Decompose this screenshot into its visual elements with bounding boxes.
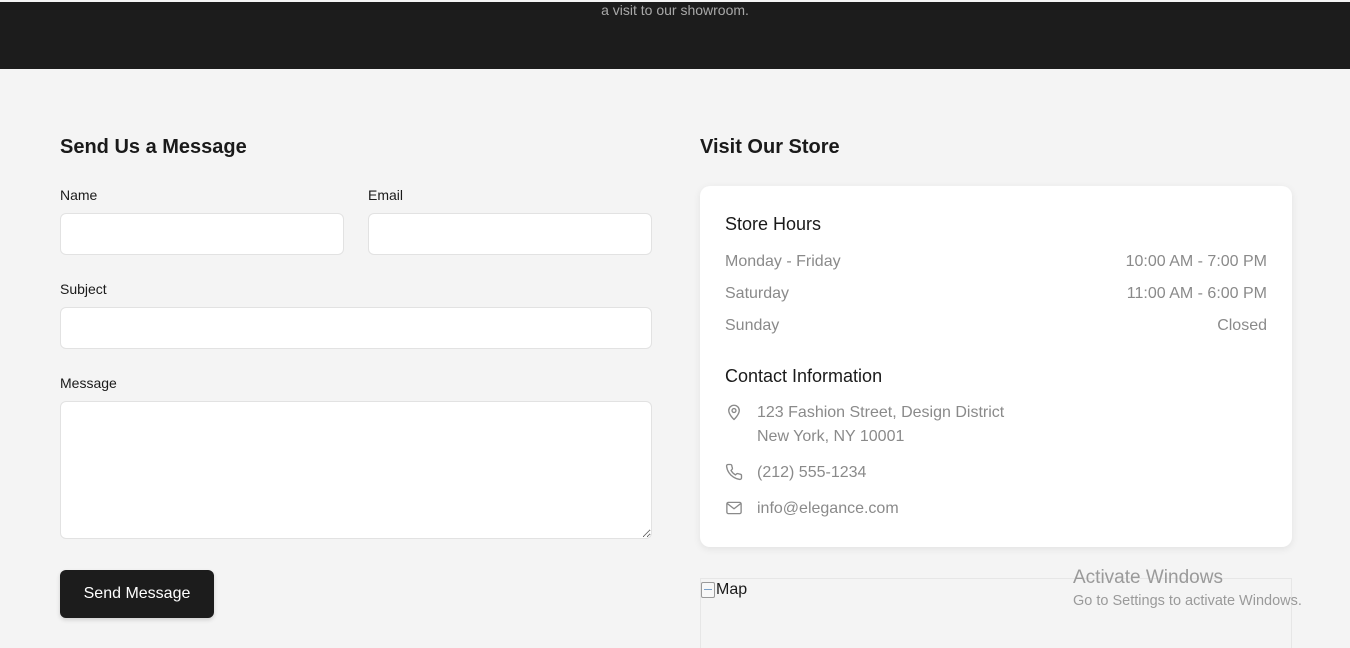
hero-banner: a visit to our showroom. [0,2,1350,69]
hours-row: Saturday 11:00 AM - 6:00 PM [725,285,1267,305]
send-message-button[interactable]: Send Message [60,570,214,618]
phone-icon [725,463,743,481]
address-text: 123 Fashion Street, Design District New … [757,401,1004,449]
subject-input[interactable] [60,307,652,349]
hours-time: 10:00 AM - 7:00 PM [1125,253,1267,270]
broken-image-icon [701,582,715,598]
email-row: info@elegance.com [725,497,1267,521]
map-alt-text: Map [716,581,748,598]
hours-row: Sunday Closed [725,317,1267,337]
hours-day: Sunday [725,317,780,334]
hero-subtitle: a visit to our showroom. [601,2,749,18]
subject-label: Subject [60,281,107,297]
name-input[interactable] [60,213,344,255]
hours-time: Closed [1217,317,1267,334]
form-title: Send Us a Message [60,136,247,158]
store-info-card: Store Hours Monday - Friday 10:00 AM - 7… [700,186,1292,547]
email-input[interactable] [368,213,652,255]
hours-day: Saturday [725,285,790,302]
name-label: Name [60,187,98,203]
address-row: 123 Fashion Street, Design District New … [725,401,1267,449]
watermark-subtitle: Go to Settings to activate Windows. [1073,593,1302,609]
activate-windows-watermark: Activate Windows Go to Settings to activ… [1073,567,1302,611]
hours-day: Monday - Friday [725,253,841,270]
message-textarea[interactable] [60,401,652,539]
address-line-1: 123 Fashion Street, Design District [757,404,1005,421]
store-title: Visit Our Store [700,136,840,158]
mail-icon [725,499,743,517]
address-line-2: New York, NY 10001 [757,428,905,445]
phone-text: (212) 555-1234 [757,464,867,481]
watermark-title: Activate Windows [1073,567,1223,588]
email-text: info@elegance.com [757,500,899,517]
map-alt: Map [701,581,747,599]
message-label: Message [60,375,117,391]
store-hours-heading: Store Hours [725,214,822,234]
email-label: Email [368,187,404,203]
phone-row: (212) 555-1234 [725,461,1267,485]
contact-info-heading: Contact Information [725,366,883,386]
map-pin-icon [725,403,743,421]
hours-row: Monday - Friday 10:00 AM - 7:00 PM [725,253,1267,273]
hours-time: 11:00 AM - 6:00 PM [1126,285,1267,302]
